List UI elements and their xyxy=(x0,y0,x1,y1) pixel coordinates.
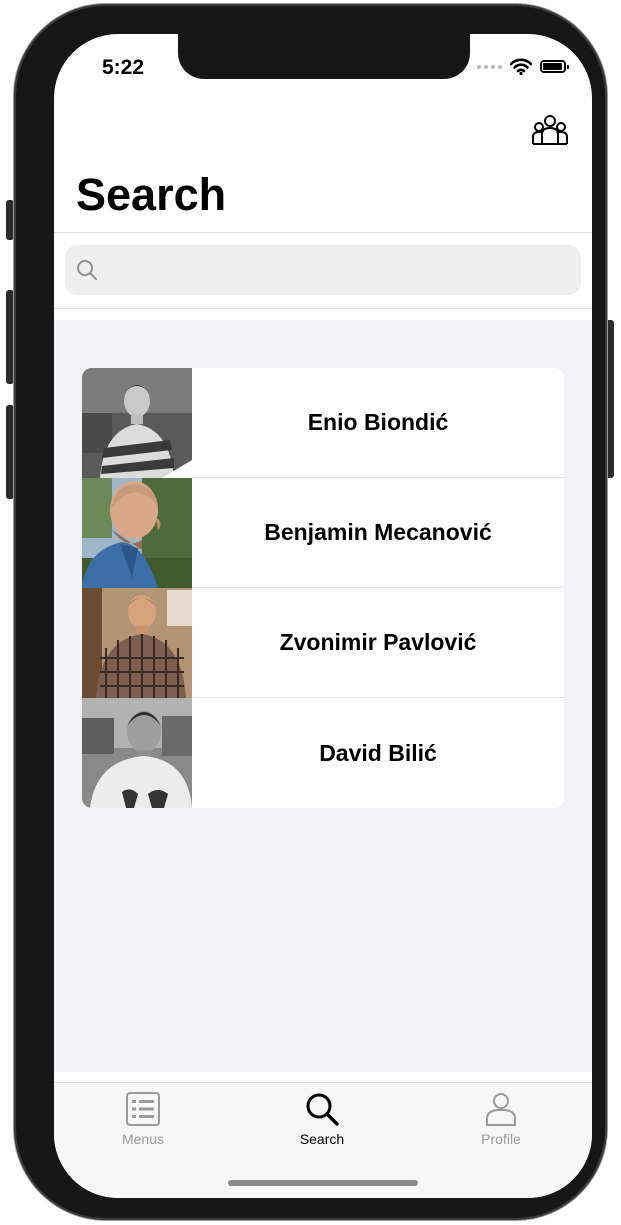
avatar xyxy=(82,698,192,808)
status-icons xyxy=(477,58,569,75)
list-item[interactable]: Benjamin Mecanović xyxy=(82,477,564,588)
page-title: Search xyxy=(76,169,227,220)
people-list: Enio Biondić Benjamin Mecanović Zvonimir… xyxy=(82,368,564,808)
person-name: Benjamin Mecanović xyxy=(264,519,492,545)
search-bar[interactable] xyxy=(65,245,581,295)
person-name: Zvonimir Pavlović xyxy=(279,629,477,655)
tab-menus[interactable]: Menus xyxy=(83,1091,203,1147)
volume-up-button xyxy=(6,290,14,384)
screen: 5:22 Search Enio Biondić Benjamin Mecano… xyxy=(54,34,592,1198)
volume-down-button xyxy=(6,405,14,499)
tab-search[interactable]: Search xyxy=(262,1091,382,1147)
wifi-icon xyxy=(510,58,532,75)
notch xyxy=(178,34,470,79)
divider xyxy=(54,232,592,233)
list-item[interactable]: Enio Biondić xyxy=(82,368,564,478)
status-time: 5:22 xyxy=(102,56,145,79)
silent-switch xyxy=(6,200,14,240)
tab-profile[interactable]: Profile xyxy=(441,1091,561,1147)
menu-list-icon xyxy=(126,1092,160,1126)
tab-bar: Menus Search Profile xyxy=(54,1082,592,1198)
person-name: Enio Biondić xyxy=(307,409,449,435)
home-indicator[interactable] xyxy=(228,1180,418,1186)
tab-label: Search xyxy=(299,1131,345,1147)
phone-frame: 5:22 Search Enio Biondić Benjamin Mecano… xyxy=(14,4,607,1220)
person-name: David Bilić xyxy=(319,739,437,766)
tab-label: Profile xyxy=(481,1131,521,1147)
search-input[interactable] xyxy=(105,258,581,282)
people-group-icon[interactable] xyxy=(532,114,568,146)
cellular-signal-icon xyxy=(477,64,502,69)
divider xyxy=(54,308,592,309)
list-item[interactable]: Zvonimir Pavlović xyxy=(82,587,564,698)
battery-icon xyxy=(540,60,569,73)
profile-icon xyxy=(486,1093,516,1126)
search-icon xyxy=(77,260,97,280)
tab-label: Menus xyxy=(121,1131,165,1147)
avatar xyxy=(82,587,192,698)
avatar xyxy=(82,477,192,588)
power-button xyxy=(606,320,614,478)
avatar xyxy=(82,368,192,478)
results-area: Enio Biondić Benjamin Mecanović Zvonimir… xyxy=(54,320,592,1072)
list-item[interactable]: David Bilić xyxy=(82,698,564,808)
search-icon xyxy=(306,1093,339,1126)
